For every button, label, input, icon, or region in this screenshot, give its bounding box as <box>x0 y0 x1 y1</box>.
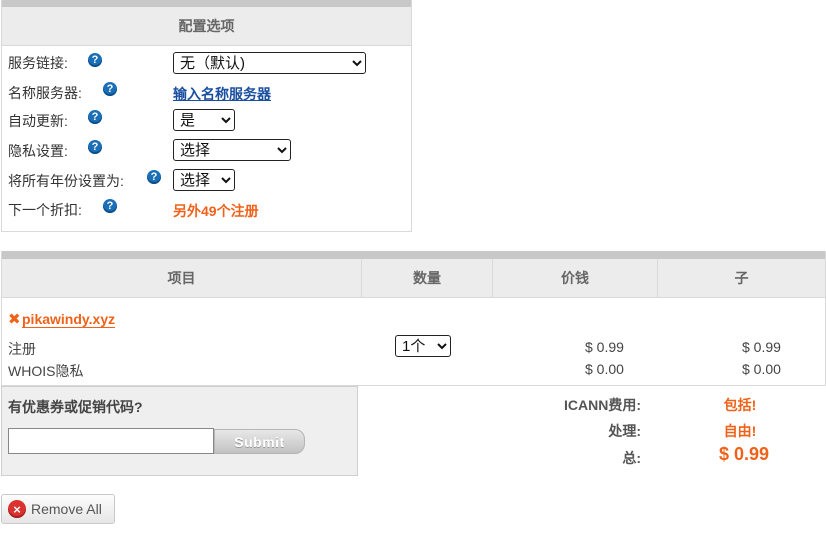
config-options-panel: 配置选项 服务链接: ? 无（默认) 名称服务器: ? 输入名称服务器 自动更新… <box>1 0 412 232</box>
config-row-nameservers: 名称服务器: <box>8 82 82 104</box>
next-discount-value: 另外49个注册 <box>173 203 259 219</box>
subtotal-registration: $ 0.99 <box>742 339 781 355</box>
total-value: $ 0.99 <box>718 444 770 464</box>
config-row-auto-renew: 自动更新: <box>8 110 68 132</box>
help-icon[interactable]: ? <box>147 170 161 184</box>
next-discount-label: 下一个折扣: <box>8 202 82 218</box>
icann-fee-value: 包括! <box>723 397 757 413</box>
help-icon[interactable]: ? <box>88 53 102 67</box>
set-years-select[interactable]: 选择 <box>173 169 235 191</box>
set-years-label: 将所有年份设置为: <box>8 173 124 189</box>
config-row-next-discount: 下一个折扣: <box>8 199 82 221</box>
help-icon[interactable]: ? <box>88 140 102 154</box>
coupon-submit-button[interactable]: Submit <box>214 429 305 454</box>
config-row-privacy: 隐私设置: <box>8 140 68 162</box>
subtotal-whois: $ 0.00 <box>742 361 781 377</box>
auto-renew-select[interactable]: 是 <box>173 109 235 131</box>
line-label-whois: WHOIS隐私 <box>8 363 84 379</box>
column-header-subtotal: 子 <box>657 259 825 297</box>
cart-table: 项目 数量 价钱 子 ✖ pikawindy.xyz 注册 WHOIS隐私 1个… <box>1 251 826 386</box>
config-panel-topbar <box>2 0 411 7</box>
price-registration: $ 0.99 <box>585 339 624 355</box>
remove-all-icon: × <box>8 500 26 518</box>
help-icon[interactable]: ? <box>103 199 117 213</box>
price-whois: $ 0.00 <box>585 361 624 377</box>
config-row-set-years: 将所有年份设置为: <box>8 170 124 192</box>
privacy-select[interactable]: 选择 <box>173 139 291 161</box>
quantity-select[interactable]: 1个 <box>395 335 451 357</box>
line-label-registration: 注册 <box>8 341 36 357</box>
column-header-price: 价钱 <box>492 259 657 297</box>
total-label: 总: <box>622 450 641 466</box>
service-link-label: 服务链接: <box>8 55 68 71</box>
cart-domain-line: ✖ pikawindy.xyz <box>8 311 116 328</box>
privacy-label: 隐私设置: <box>8 143 68 159</box>
enter-nameservers-link[interactable]: 输入名称服务器 <box>173 84 271 104</box>
help-icon[interactable]: ? <box>103 82 117 96</box>
handling-label: 处理: <box>608 423 641 439</box>
column-header-quantity: 数量 <box>361 259 492 297</box>
config-panel-title: 配置选项 <box>2 7 411 46</box>
domain-name: pikawindy.xyz <box>22 311 116 328</box>
remove-all-label: Remove All <box>31 501 102 517</box>
remove-item-icon[interactable]: ✖ <box>8 312 21 327</box>
coupon-box: 有优惠券或促销代码? Submit <box>1 386 358 476</box>
column-header-item: 项目 <box>167 270 196 286</box>
cart-table-header: 项目 数量 价钱 子 <box>2 259 825 298</box>
auto-renew-label: 自动更新: <box>8 113 68 129</box>
config-row-service-link: 服务链接: <box>8 52 68 74</box>
service-link-select[interactable]: 无（默认) <box>173 52 366 74</box>
coupon-code-input[interactable] <box>8 428 214 454</box>
handling-value: 自由! <box>723 423 757 439</box>
nameservers-label: 名称服务器: <box>8 85 82 101</box>
help-icon[interactable]: ? <box>88 110 102 124</box>
icann-fee-label: ICANN费用: <box>564 397 641 413</box>
coupon-title: 有优惠券或促销代码? <box>8 399 143 415</box>
remove-all-button[interactable]: × Remove All <box>1 494 115 524</box>
cart-table-topbar <box>2 251 825 259</box>
